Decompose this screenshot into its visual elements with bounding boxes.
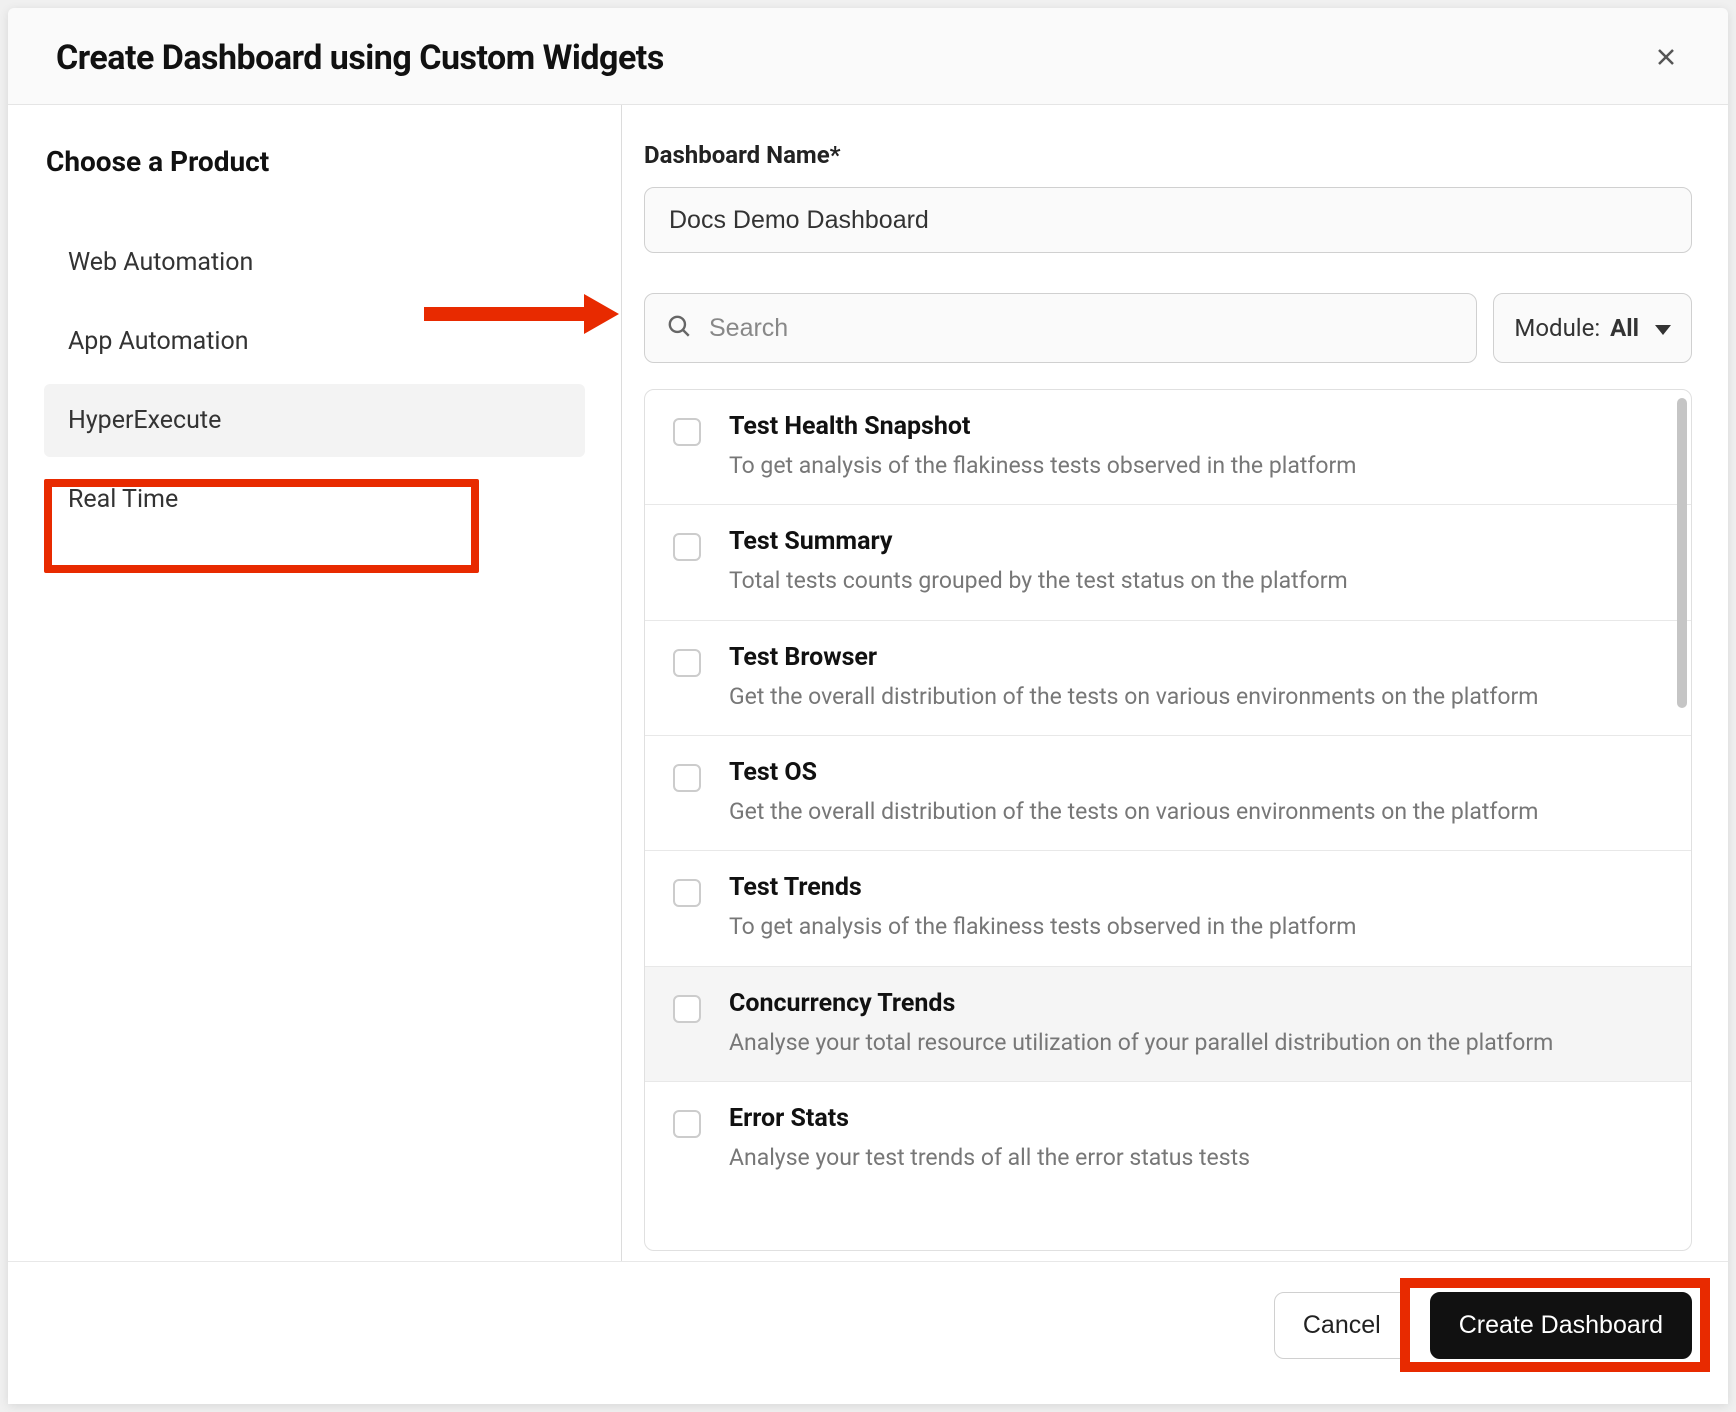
widget-info: Concurrency Trends Analyse your total res… xyxy=(729,989,1663,1059)
widget-item[interactable]: Test Trends To get analysis of the flakin… xyxy=(645,851,1691,966)
widget-checkbox[interactable] xyxy=(673,649,701,677)
module-value: All xyxy=(1610,314,1639,342)
widget-desc: To get analysis of the flakiness tests o… xyxy=(729,910,1663,943)
widget-list[interactable]: Test Health Snapshot To get analysis of t… xyxy=(644,389,1692,1251)
module-dropdown[interactable]: Module: All xyxy=(1493,293,1692,363)
chevron-down-icon xyxy=(1655,314,1671,342)
widget-item[interactable]: Test Summary Total tests counts grouped b… xyxy=(645,505,1691,620)
modal-footer: Cancel Create Dashboard xyxy=(8,1261,1728,1404)
widget-checkbox[interactable] xyxy=(673,879,701,907)
scrollbar[interactable] xyxy=(1677,398,1687,708)
cancel-button[interactable]: Cancel xyxy=(1274,1292,1410,1359)
modal-title: Create Dashboard using Custom Widgets xyxy=(56,38,664,78)
annotation-arrow xyxy=(424,290,619,342)
dashboard-name-input[interactable] xyxy=(644,187,1692,253)
close-icon xyxy=(1654,40,1678,76)
widget-info: Test Summary Total tests counts grouped b… xyxy=(729,527,1663,597)
modal-header: Create Dashboard using Custom Widgets xyxy=(8,8,1728,105)
widget-title: Test Summary xyxy=(729,527,1663,556)
widget-item[interactable]: Error Stats Analyse your test trends of a… xyxy=(645,1082,1691,1196)
widget-desc: To get analysis of the flakiness tests o… xyxy=(729,449,1663,482)
widget-item[interactable]: Test OS Get the overall distribution of t… xyxy=(645,736,1691,851)
widget-desc: Total tests counts grouped by the test s… xyxy=(729,564,1663,597)
widget-desc: Get the overall distribution of the test… xyxy=(729,795,1663,828)
widget-checkbox[interactable] xyxy=(673,533,701,561)
widget-info: Test Health Snapshot To get analysis of t… xyxy=(729,412,1663,482)
product-item-web-automation[interactable]: Web Automation xyxy=(44,226,585,299)
widget-checkbox[interactable] xyxy=(673,995,701,1023)
widget-desc: Analyse your test trends of all the erro… xyxy=(729,1141,1663,1174)
widget-info: Test OS Get the overall distribution of t… xyxy=(729,758,1663,828)
widget-title: Test Browser xyxy=(729,643,1663,672)
widget-info: Error Stats Analyse your test trends of a… xyxy=(729,1104,1663,1174)
widget-title: Test Health Snapshot xyxy=(729,412,1663,441)
widget-item[interactable]: Concurrency Trends Analyse your total res… xyxy=(645,967,1691,1082)
widget-desc: Get the overall distribution of the test… xyxy=(729,680,1663,713)
widget-item[interactable]: Test Browser Get the overall distribution… xyxy=(645,621,1691,736)
module-label: Module: xyxy=(1514,314,1600,342)
widget-title: Concurrency Trends xyxy=(729,989,1663,1018)
widget-desc: Analyse your total resource utilization … xyxy=(729,1026,1663,1059)
product-sidebar: Choose a Product Web AutomationApp Autom… xyxy=(8,105,622,1261)
widget-title: Error Stats xyxy=(729,1104,1663,1133)
create-dashboard-button[interactable]: Create Dashboard xyxy=(1430,1292,1692,1359)
widget-checkbox[interactable] xyxy=(673,764,701,792)
widget-checkbox[interactable] xyxy=(673,418,701,446)
sidebar-title: Choose a Product xyxy=(44,145,585,178)
widget-item[interactable]: Test Health Snapshot To get analysis of t… xyxy=(645,390,1691,505)
widget-checkbox[interactable] xyxy=(673,1110,701,1138)
product-item-hyperexecute[interactable]: HyperExecute xyxy=(44,384,585,457)
search-input[interactable] xyxy=(644,293,1477,363)
widget-info: Test Browser Get the overall distribution… xyxy=(729,643,1663,713)
close-button[interactable] xyxy=(1644,38,1688,78)
search-icon xyxy=(666,313,692,343)
main-panel: Dashboard Name* Module: xyxy=(622,105,1728,1261)
widget-title: Test OS xyxy=(729,758,1663,787)
product-item-real-time[interactable]: Real Time xyxy=(44,463,585,536)
widget-title: Test Trends xyxy=(729,873,1663,902)
widget-info: Test Trends To get analysis of the flakin… xyxy=(729,873,1663,943)
dashboard-name-label: Dashboard Name* xyxy=(644,141,1692,169)
